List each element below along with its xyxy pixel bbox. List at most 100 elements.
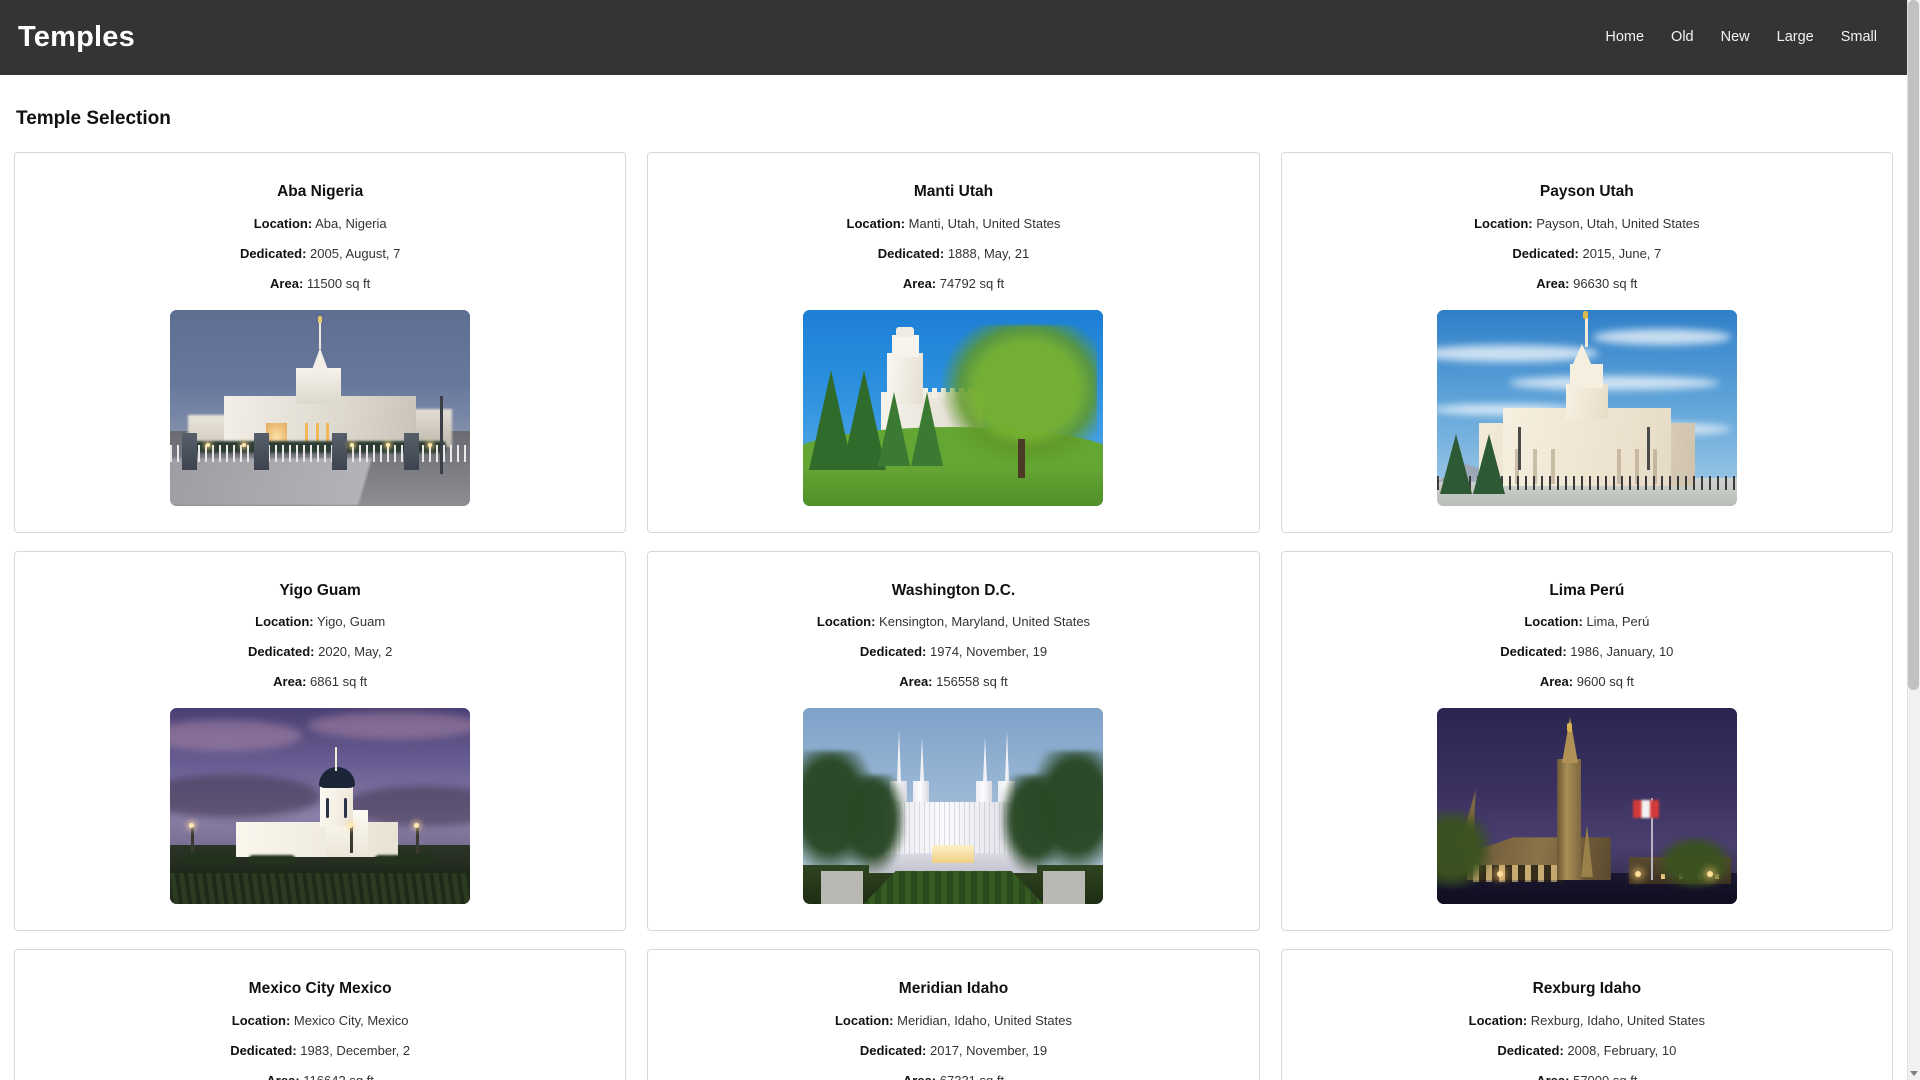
location-value: Aba, Nigeria (315, 215, 387, 231)
aba-nigeria-temple-photo (170, 309, 471, 506)
area-label: Area: (270, 275, 304, 291)
temple-card[interactable]: Mexico City Mexico Location: Mexico City… (14, 949, 627, 1080)
temple-dedicated-row: Dedicated: 1986, January, 10 (1500, 645, 1673, 658)
temple-dedicated-row: Dedicated: 2017, November, 19 (860, 1044, 1047, 1057)
temple-location-row: Location: Yigo, Guam (255, 615, 385, 628)
location-value: Yigo, Guam (317, 614, 386, 629)
yigo-guam-temple-photo (170, 708, 471, 904)
temple-dedicated-row: Dedicated: 2020, May, 2 (248, 645, 392, 658)
nav-link-old[interactable]: Old (1671, 30, 1694, 45)
temple-area-row: Area: 96630 sq ft (1536, 277, 1637, 290)
nav-link-new[interactable]: New (1721, 30, 1750, 45)
location-value: Mexico City, Mexico (293, 1012, 409, 1028)
temple-card[interactable]: Washington D.C. Location: Kensington, Ma… (647, 550, 1260, 931)
temple-location-row: Location: Rexburg, Idaho, United States (1469, 1014, 1705, 1027)
area-label: Area: (1539, 674, 1574, 689)
dedicated-label: Dedicated: (877, 245, 945, 261)
temple-area-row: Area: 57000 sq ft (1536, 1074, 1637, 1080)
location-value: Kensington, Maryland, United States (879, 614, 1091, 629)
location-value: Payson, Utah, United States (1536, 215, 1700, 231)
dedicated-value: 1986, January, 10 (1570, 644, 1674, 659)
temple-card[interactable]: Lima Perú Location: Lima, Perú Dedicated… (1280, 550, 1893, 931)
site-brand: Temples (18, 21, 135, 53)
area-value: 67331 sq ft (939, 1072, 1005, 1080)
temple-dedicated-row: Dedicated: 1983, December, 2 (230, 1044, 410, 1057)
area-value: 6861 sq ft (310, 674, 368, 689)
dedicated-value: 2015, June, 7 (1582, 245, 1662, 261)
payson-utah-temple-photo (1436, 309, 1737, 506)
location-value: Meridian, Idaho, United States (897, 1012, 1072, 1028)
location-value: Manti, Utah, United States (908, 215, 1061, 231)
location-label: Location: (231, 1012, 291, 1028)
scrollbar-thumb[interactable] (1908, 0, 1919, 690)
temple-location-row: Location: Meridian, Idaho, United States (835, 1014, 1072, 1027)
temple-name: Payson Utah (1539, 183, 1634, 200)
dedicated-value: 1888, May, 21 (947, 245, 1030, 261)
temple-name: Washington D.C. (891, 581, 1016, 599)
area-value: 116642 sq ft (303, 1072, 374, 1080)
temple-name: Lima Perú (1549, 581, 1625, 599)
temple-name: Yigo Guam (279, 581, 361, 599)
dedicated-value: 1974, November, 19 (930, 644, 1048, 659)
location-value: Rexburg, Idaho, United States (1530, 1012, 1705, 1028)
dedicated-value: 1983, December, 2 (300, 1042, 411, 1058)
temple-location-row: Location: Payson, Utah, United States (1474, 217, 1699, 230)
location-value: Lima, Perú (1586, 614, 1650, 629)
nav-link-small[interactable]: Small (1841, 30, 1877, 45)
area-value: 9600 sq ft (1576, 674, 1634, 689)
page-title: Temple Selection (16, 108, 171, 129)
temple-area-row: Area: 67331 sq ft (903, 1074, 1004, 1080)
washington-dc-temple-photo (803, 708, 1104, 904)
temple-area-row: Area: 11500 sq ft (270, 277, 370, 290)
dedicated-label: Dedicated: (1512, 245, 1579, 261)
area-label: Area: (273, 674, 307, 689)
location-label: Location: (255, 614, 314, 629)
nav-link-large[interactable]: Large (1777, 30, 1814, 45)
location-label: Location: (1524, 614, 1583, 629)
temple-name: Rexburg Idaho (1532, 980, 1642, 997)
area-value: 156558 sq ft (936, 674, 1008, 689)
temple-card[interactable]: Aba Nigeria Location: Aba, Nigeria Dedic… (14, 152, 627, 533)
dedicated-value: 2020, May, 2 (318, 644, 393, 659)
temple-name: Meridian Idaho (898, 980, 1009, 997)
temple-dedicated-row: Dedicated: 2005, August, 7 (240, 247, 400, 260)
area-value: 57000 sq ft (1573, 1072, 1638, 1080)
temple-location-row: Location: Kensington, Maryland, United S… (817, 615, 1090, 628)
dedicated-value: 2005, August, 7 (310, 245, 401, 261)
location-label: Location: (834, 1012, 894, 1028)
temple-card[interactable]: Meridian Idaho Location: Meridian, Idaho… (647, 949, 1260, 1080)
area-label: Area: (266, 1072, 300, 1080)
temple-card[interactable]: Rexburg Idaho Location: Rexburg, Idaho, … (1280, 949, 1893, 1080)
location-label: Location: (253, 215, 313, 231)
location-label: Location: (1474, 215, 1533, 231)
temple-dedicated-row: Dedicated: 2015, June, 7 (1512, 247, 1661, 260)
temple-name: Mexico City Mexico (248, 980, 392, 997)
temple-card[interactable]: Payson Utah Location: Payson, Utah, Unit… (1280, 152, 1893, 533)
temple-area-row: Area: 9600 sq ft (1540, 675, 1634, 688)
area-label: Area: (1536, 275, 1570, 291)
dedicated-label: Dedicated: (248, 644, 315, 659)
temple-card[interactable]: Manti Utah Location: Manti, Utah, United… (647, 152, 1260, 533)
temple-name: Aba Nigeria (277, 183, 364, 200)
temple-location-row: Location: Aba, Nigeria (254, 217, 387, 230)
dedicated-value: 2017, November, 19 (930, 1042, 1048, 1058)
temple-location-row: Location: Lima, Perú (1524, 615, 1649, 628)
scroll-down-arrow-icon[interactable] (1910, 1071, 1918, 1076)
area-label: Area: (899, 674, 933, 689)
temple-area-row: Area: 116642 sq ft (266, 1074, 373, 1080)
area-label: Area: (1536, 1072, 1570, 1080)
page-scrollbar[interactable] (1907, 0, 1920, 1080)
dedicated-label: Dedicated: (230, 1042, 297, 1058)
area-value: 11500 sq ft (306, 275, 371, 291)
nav-link-home[interactable]: Home (1605, 30, 1644, 45)
dedicated-label: Dedicated: (1497, 1042, 1564, 1058)
temple-card[interactable]: Yigo Guam Location: Yigo, Guam Dedicated… (14, 550, 627, 931)
temple-dedicated-row: Dedicated: 1974, November, 19 (860, 645, 1047, 658)
site-header: Temples Home Old New Large Small (0, 0, 1907, 75)
dedicated-label: Dedicated: (859, 644, 927, 659)
area-value: 74792 sq ft (939, 275, 1005, 291)
dedicated-label: Dedicated: (859, 1042, 927, 1058)
temple-name: Manti Utah (913, 183, 994, 200)
location-label: Location: (816, 614, 876, 629)
manti-utah-temple-photo (803, 309, 1104, 506)
